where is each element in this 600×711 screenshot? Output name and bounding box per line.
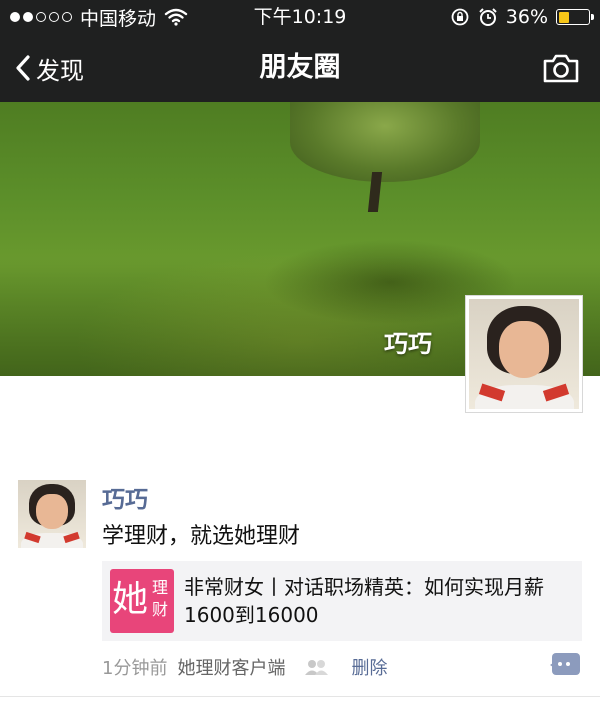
post-text: 学理财，就选她理财 bbox=[102, 524, 301, 549]
post-time: 1分钟前 bbox=[102, 658, 168, 679]
cover-username: 巧巧 bbox=[384, 330, 432, 358]
avatar-face bbox=[498, 321, 550, 379]
back-label: 发现 bbox=[36, 56, 84, 85]
tree-canopy bbox=[290, 102, 480, 182]
post-avatar[interactable] bbox=[18, 480, 86, 548]
profile-avatar[interactable] bbox=[465, 295, 583, 413]
back-button[interactable]: 发现 bbox=[14, 34, 84, 102]
battery-percent: 36% bbox=[505, 6, 548, 28]
page-title: 朋友圈 bbox=[259, 52, 341, 83]
orientation-lock-icon bbox=[451, 8, 469, 26]
battery-fill bbox=[558, 11, 569, 23]
post-divider bbox=[0, 696, 600, 697]
avatar-image bbox=[18, 480, 86, 548]
camera-button[interactable] bbox=[542, 52, 580, 84]
post-meta: 1分钟前 她理财客户端 删除 bbox=[102, 653, 387, 681]
thumbnail-logo-text: 理财 bbox=[151, 578, 168, 619]
shared-link-card[interactable]: 她 理财 非常财女丨对话职场精英：如何实现月薪1600到16000 bbox=[102, 561, 582, 641]
alarm-icon bbox=[479, 8, 497, 26]
nav-bar: 发现 朋友圈 bbox=[0, 34, 600, 102]
link-thumbnail: 她 理财 bbox=[110, 569, 174, 633]
privacy-icon bbox=[303, 658, 331, 676]
status-right: 36% bbox=[450, 4, 594, 30]
thumbnail-logo-char: 她 bbox=[112, 579, 149, 620]
avatar-face bbox=[36, 493, 68, 529]
post-author[interactable]: 巧巧 bbox=[102, 480, 148, 514]
comment-icon[interactable] bbox=[550, 653, 580, 675]
status-bar: 中国移动 下午10:19 36% bbox=[0, 0, 600, 34]
link-title: 非常财女丨对话职场精英：如何实现月薪1600到16000 bbox=[184, 575, 544, 627]
delete-button[interactable]: 删除 bbox=[351, 654, 387, 680]
camera-icon bbox=[543, 54, 579, 83]
battery-icon bbox=[556, 9, 594, 25]
avatar-image bbox=[469, 299, 579, 409]
chevron-left-icon bbox=[16, 55, 30, 81]
post-source[interactable]: 她理财客户端 bbox=[177, 654, 285, 680]
